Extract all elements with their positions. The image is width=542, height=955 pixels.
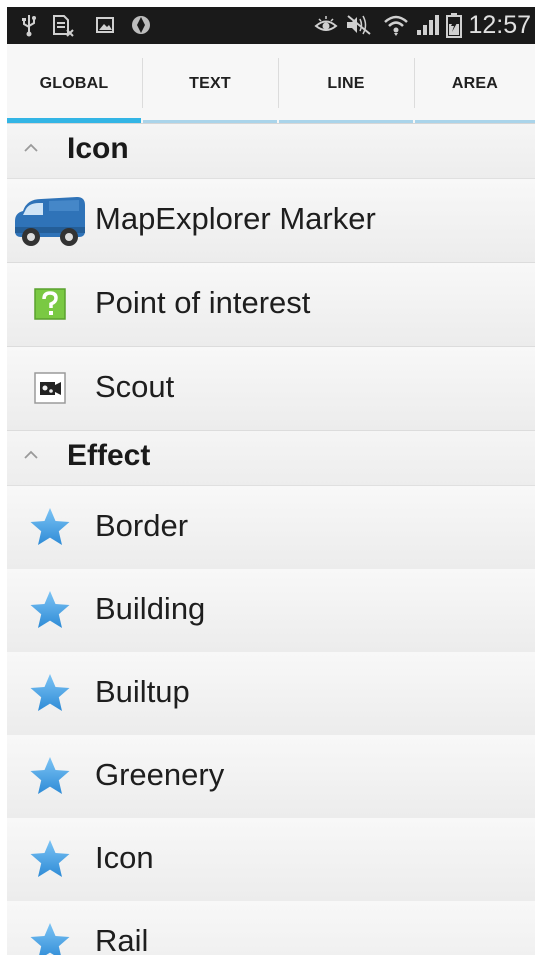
list-item-label: Point of interest: [95, 285, 311, 320]
battery-icon: [445, 13, 463, 38]
eye-icon: [314, 13, 338, 37]
list-item-label: Icon: [95, 840, 154, 875]
list-item-scout[interactable]: Scout: [7, 347, 535, 431]
location-icon: [129, 13, 153, 37]
section-header-icon[interactable]: Icon: [7, 124, 535, 179]
image-icon: [95, 13, 115, 37]
list-item-icon[interactable]: Icon: [7, 818, 535, 902]
list-item-label: MapExplorer Marker: [95, 201, 376, 236]
list-item-label: Scout: [95, 369, 175, 404]
app-frame: 12:57 GLOBAL TEXT LINE AREA Icon MapExpl…: [7, 7, 535, 955]
mute-icon: [344, 13, 372, 37]
tab-text[interactable]: TEXT: [143, 44, 277, 123]
collapse-caret-icon: [21, 138, 41, 158]
star-icon: [29, 506, 71, 548]
signal-icon: [415, 13, 441, 37]
truck-icon: [13, 191, 87, 249]
list-item-rail[interactable]: Rail: [7, 901, 535, 955]
wifi-icon: [383, 13, 409, 37]
star-icon: [29, 838, 71, 880]
tab-line-indicator: [279, 120, 413, 123]
list-item-builtup[interactable]: Builtup: [7, 652, 535, 736]
sd-card-icon: [52, 13, 74, 37]
list-item-border[interactable]: Border: [7, 486, 535, 570]
tab-global-indicator: [7, 118, 141, 123]
star-icon: [29, 921, 71, 955]
star-icon: [29, 589, 71, 631]
list-item-label: Rail: [95, 923, 149, 955]
camera-icon: [29, 367, 71, 409]
tab-line[interactable]: LINE: [279, 44, 413, 123]
list-item-label: Border: [95, 508, 189, 543]
tab-area[interactable]: AREA: [415, 44, 535, 123]
list-item-label: Builtup: [95, 674, 190, 709]
star-icon: [29, 755, 71, 797]
list-item-greenery[interactable]: Greenery: [7, 735, 535, 819]
list-item-point-of-interest[interactable]: Point of interest: [7, 263, 535, 347]
clock: 12:57: [468, 11, 531, 39]
star-icon: [29, 672, 71, 714]
status-bar: 12:57: [7, 7, 535, 44]
list-item-mapexplorer-marker[interactable]: MapExplorer Marker: [7, 179, 535, 263]
section-title: Effect: [67, 439, 151, 472]
tab-area-indicator: [415, 120, 535, 123]
tab-bar: GLOBAL TEXT LINE AREA: [7, 44, 535, 124]
usb-icon: [21, 13, 37, 37]
list-item-label: Greenery: [95, 757, 225, 792]
section-title: Icon: [67, 132, 129, 165]
collapse-caret-icon: [21, 445, 41, 465]
tab-global[interactable]: GLOBAL: [7, 44, 141, 123]
list-item-building[interactable]: Building: [7, 569, 535, 653]
section-header-effect[interactable]: Effect: [7, 431, 535, 486]
list-item-label: Building: [95, 591, 206, 626]
question-mark-icon: [29, 283, 71, 325]
tab-text-indicator: [143, 120, 277, 123]
